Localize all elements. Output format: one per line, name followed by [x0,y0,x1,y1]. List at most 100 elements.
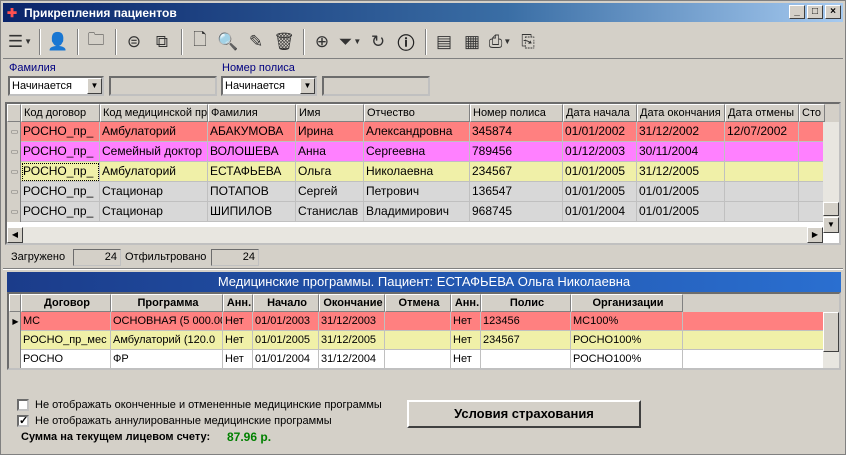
table-cell[interactable]: РОСНО_пр_ [21,202,100,222]
table-cell[interactable] [725,202,799,222]
table-cell[interactable] [799,142,825,162]
column-header[interactable]: Отчество [364,104,470,122]
table-cell[interactable] [385,350,451,368]
column-header[interactable]: Договор [21,294,111,312]
table-cell[interactable]: 01/12/2003 [563,142,637,162]
column-header[interactable]: Фамилия [208,104,296,122]
table-cell[interactable] [481,350,571,368]
row-indicator[interactable]: ▭ [7,182,21,202]
table-cell[interactable]: РОСНО_пр_ [21,122,100,142]
table-cell[interactable]: Нет [223,350,253,368]
column-header[interactable]: Имя [296,104,364,122]
trash-icon[interactable]: 🗑 [271,29,297,55]
table-cell[interactable]: 01/01/2005 [637,202,725,222]
table-cell[interactable] [385,312,451,331]
patients-horizontal-scrollbar[interactable]: ◀ ▶ [7,227,823,243]
table-cell[interactable]: Нет [223,331,253,350]
column-header[interactable]: Дата отмены [725,104,799,122]
chevron-down-icon[interactable]: ▼ [300,78,315,94]
table-cell[interactable]: 01/01/2005 [253,331,319,350]
column-header[interactable]: Начало [253,294,319,312]
table-cell[interactable]: 345874 [470,122,563,142]
table-cell[interactable] [799,202,825,222]
table-cell[interactable]: МС100% [571,312,683,331]
row-indicator[interactable]: ▭ [7,122,21,142]
table-cell[interactable]: 31/12/2005 [637,162,725,182]
table-cell[interactable]: Стационар [100,182,208,202]
column-header[interactable]: Дата окончания [637,104,725,122]
column-header[interactable]: Анн. [451,294,481,312]
column-header[interactable]: Номер полиса [470,104,563,122]
info-icon[interactable]: ⓘ [393,29,419,55]
table-cell[interactable]: 30/11/2004 [637,142,725,162]
column-header[interactable]: Организации [571,294,683,312]
scroll-down-icon[interactable]: ▼ [823,217,839,233]
close-button[interactable]: × [825,5,841,19]
print-icon[interactable]: ⎙ ▼ [487,29,513,55]
table-cell[interactable]: МС [21,312,111,331]
scroll-thumb[interactable] [823,312,839,352]
table-cell[interactable]: Амбулаторий [100,162,208,182]
column-header[interactable]: Программа [111,294,223,312]
column-header[interactable]: Сто [799,104,825,122]
report-edit-icon[interactable]: ▦ [459,29,485,55]
table-row[interactable]: ▭ РОСНО_пр_ Стационар ШИПИЛОВ Станислав Влади… [7,202,839,222]
scroll-right-icon[interactable]: ▶ [807,227,823,243]
table-cell[interactable] [799,162,825,182]
checkmark-icon[interactable]: ✓ [17,415,29,427]
table-cell[interactable]: 31/12/2003 [319,312,385,331]
surname-mode-select[interactable]: Начинается ▼ [8,76,104,96]
table-cell[interactable] [725,142,799,162]
table-cell[interactable]: Анна [296,142,364,162]
table-cell[interactable]: 01/01/2005 [563,182,637,202]
table-row[interactable]: ▭ РОСНО_пр_ Амбулаторий АБАКУМОВА Ирина Алекс… [7,122,839,142]
table-cell[interactable]: РОСНО_пр_ [21,182,100,202]
table-cell[interactable]: ВОЛОШЕВА [208,142,296,162]
table-cell[interactable]: РОСНО_пр_ [21,142,100,162]
table-cell[interactable]: 01/01/2005 [637,182,725,202]
table-cell[interactable]: РОСНО [21,350,111,368]
table-cell[interactable]: ЕСТАФЬЕВА [208,162,296,182]
table-cell[interactable]: Ольга [296,162,364,182]
table-cell[interactable]: ШИПИЛОВ [208,202,296,222]
refresh-icon[interactable]: ↻ [365,29,391,55]
hide-annulled-checkbox[interactable]: ✓ Не отображать аннулированные медицинск… [17,415,332,427]
column-header[interactable]: Анн. [223,294,253,312]
table-cell[interactable]: 789456 [470,142,563,162]
table-cell[interactable]: Амбулаторий [100,122,208,142]
column-header[interactable]: Дата начала [563,104,637,122]
table-cell[interactable]: 234567 [470,162,563,182]
surname-filter-input[interactable] [109,76,217,96]
table-cell[interactable]: 123456 [481,312,571,331]
table-cell[interactable]: 31/12/2002 [637,122,725,142]
table-cell[interactable]: 31/12/2004 [319,350,385,368]
splitter[interactable] [3,268,843,270]
table-cell[interactable]: Ирина [296,122,364,142]
minimize-button[interactable]: _ [789,5,805,19]
table-row[interactable]: ▭ РОСНО_пр_ Стационар ПОТАПОВ Сергей Петрович… [7,182,839,202]
list-menu-icon[interactable]: ☰ ▼ [7,29,33,55]
table-cell[interactable]: Нет [451,331,481,350]
patient-search-icon[interactable]: 👤 [45,29,71,55]
insurance-conditions-button[interactable]: Условия страхования [407,400,641,428]
row-indicator[interactable]: ▭ [7,162,21,182]
table-cell[interactable]: 968745 [470,202,563,222]
binoculars-icon[interactable]: ⊕ [309,29,335,55]
table-cell[interactable]: Сергеевна [364,142,470,162]
table-cell[interactable]: РОСНО_пр_ [21,162,100,182]
table-cell[interactable]: 234567 [481,331,571,350]
table-cell[interactable]: Сергей [296,182,364,202]
policy-mode-select[interactable]: Начинается ▼ [221,76,317,96]
column-header[interactable]: Код медицинской пр [100,104,208,122]
find-icon[interactable]: 🔍 [215,29,241,55]
table-cell[interactable]: ОСНОВНАЯ (5 000.00 [111,312,223,331]
row-indicator[interactable]: ▶ [9,312,21,331]
table-cell[interactable] [799,122,825,142]
table-cell[interactable]: Николаевна [364,162,470,182]
checkbox-box[interactable] [17,399,29,411]
column-header[interactable]: Отмена [385,294,451,312]
copy-icon[interactable]: ⧉ [149,29,175,55]
hide-finished-checkbox[interactable]: Не отображать оконченные и отмененные ме… [17,399,382,411]
table-cell[interactable] [725,162,799,182]
table-row[interactable]: РОСНО_пр_мес Амбулаторий (120.0 Нет 01/01/2… [9,331,839,350]
